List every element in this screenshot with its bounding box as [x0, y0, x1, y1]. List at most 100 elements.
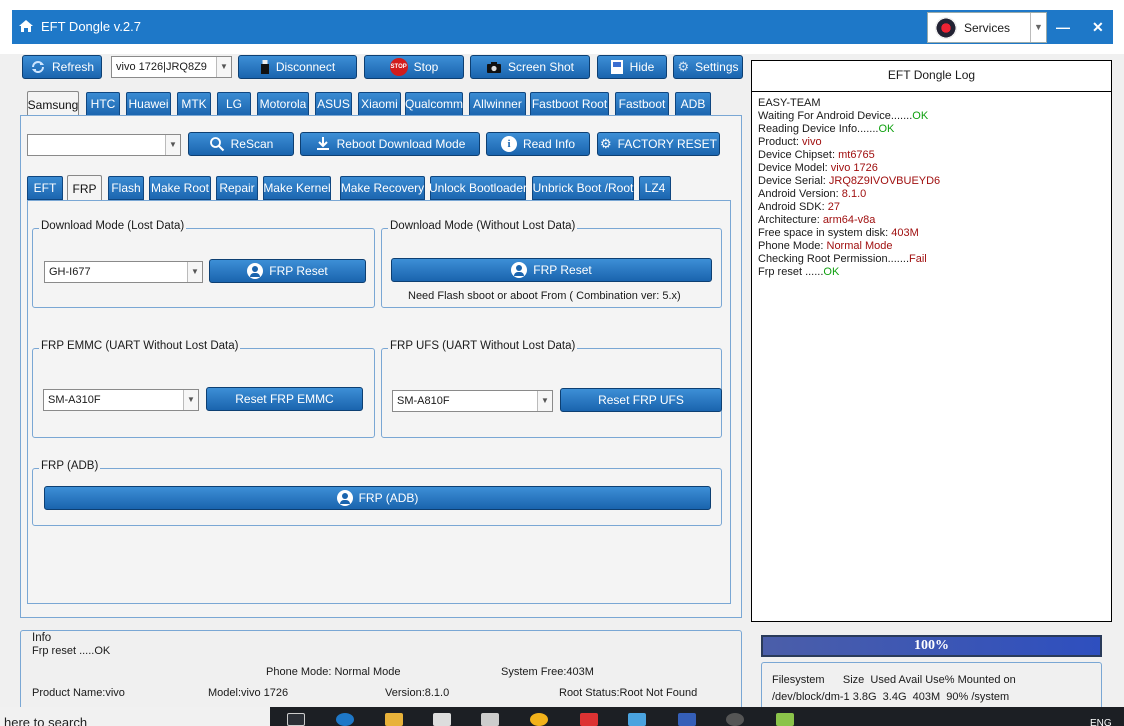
log-line: Free space in system disk: 403M — [758, 227, 940, 240]
tab-eft[interactable]: EFT — [27, 176, 63, 200]
screenshot-label: Screen Shot — [507, 60, 575, 74]
folder-icon[interactable] — [385, 713, 403, 726]
chrome-icon[interactable] — [530, 713, 548, 726]
user-icon — [511, 262, 528, 278]
language-indicator[interactable]: ENG — [1090, 718, 1112, 726]
read-info-label: Read Info — [522, 137, 576, 151]
user-icon — [336, 490, 353, 506]
log-line: Android Version: 8.1.0 — [758, 188, 940, 201]
mail-icon[interactable] — [481, 713, 499, 726]
tab-allwinner[interactable]: Allwinner — [469, 92, 526, 116]
frp-reset-label: FRP Reset — [269, 264, 328, 278]
model-value: GH-I677 — [49, 266, 91, 278]
reset-frp-ufs-button[interactable]: Reset FRP UFS — [560, 388, 722, 412]
tab-htc[interactable]: HTC — [86, 92, 120, 116]
tab-unbrick-boot-root[interactable]: Unbrick Boot /Root — [532, 176, 634, 200]
rescan-button[interactable]: ReScan — [188, 132, 294, 156]
settings-button[interactable]: ⚙ Settings — [673, 55, 743, 79]
frp-reset-nolost-button[interactable]: FRP Reset — [391, 258, 712, 282]
taskbar-search[interactable]: here to search — [0, 707, 270, 726]
combination-note: Need Flash sboot or aboot From ( Combina… — [408, 290, 681, 302]
tab-motorola[interactable]: Motorola — [257, 92, 309, 116]
factory-reset-button[interactable]: ⚙ FACTORY RESET — [597, 132, 720, 156]
model-select-ufs[interactable]: SM-A810F ▼ — [392, 390, 553, 412]
minimize-button[interactable]: — — [1056, 19, 1070, 35]
close-button[interactable]: ✕ — [1092, 19, 1104, 36]
log-title: EFT Dongle Log — [752, 61, 1111, 92]
model-select[interactable]: ▼ — [27, 134, 181, 156]
tab-mtk[interactable]: MTK — [177, 92, 211, 116]
android-icon[interactable] — [776, 713, 794, 726]
device-select[interactable]: vivo 1726|JRQ8Z9 ▼ — [111, 56, 232, 78]
info-icon: i — [500, 136, 517, 152]
chevron-down-icon[interactable]: ▼ — [216, 57, 231, 77]
disconnect-button[interactable]: Disconnect — [238, 55, 357, 79]
tab-make-root[interactable]: Make Root — [149, 176, 211, 200]
tab-make-kernel[interactable]: Make Kernel — [263, 176, 331, 200]
reset-frp-emmc-button[interactable]: Reset FRP EMMC — [206, 387, 363, 411]
app-icon[interactable] — [580, 713, 598, 726]
screenshot-button[interactable]: Screen Shot — [470, 55, 590, 79]
log-line-label: Phone Mode: — [758, 240, 827, 252]
app-icon[interactable] — [628, 713, 646, 726]
log-panel: EFT Dongle Log EASY-TEAM Waiting For Andr… — [751, 60, 1112, 622]
log-line-label: EASY-TEAM — [758, 97, 821, 109]
frp-reset-lost-button[interactable]: FRP Reset — [209, 259, 366, 283]
hide-icon — [610, 60, 623, 74]
model-select-download[interactable]: GH-I677 ▼ — [44, 261, 203, 283]
log-line-label: Product: — [758, 136, 803, 148]
task-view-icon[interactable] — [287, 713, 305, 726]
stop-button[interactable]: STOP Stop — [364, 55, 464, 79]
app-icon[interactable] — [678, 713, 696, 726]
progress-bar: 100% — [761, 635, 1102, 657]
filesystem-header: Filesystem Size Used Avail Use% Mounted … — [772, 674, 1016, 686]
filesystem-row: /dev/block/dm-1 3.8G 3.4G 403M 90% /syst… — [772, 691, 1010, 703]
tab-fastboot[interactable]: Fastboot — [615, 92, 669, 116]
services-dropdown[interactable]: Services ▼ — [927, 12, 1047, 43]
log-line: Device Model: vivo 1726 — [758, 162, 940, 175]
chevron-down-icon[interactable]: ▼ — [183, 390, 198, 410]
frp-adb-button[interactable]: FRP (ADB) — [44, 486, 711, 510]
log-line: Reading Device Info.......OK — [758, 123, 940, 136]
tab-samsung[interactable]: Samsung — [27, 91, 79, 118]
tab-huawei[interactable]: Huawei — [126, 92, 171, 116]
model-select-emmc[interactable]: SM-A310F ▼ — [43, 389, 199, 411]
model-value: SM-A810F — [397, 395, 450, 407]
log-line: Architecture: arm64-v8a — [758, 214, 940, 227]
chevron-down-icon[interactable]: ▼ — [1030, 13, 1046, 42]
tab-lz4[interactable]: LZ4 — [639, 176, 671, 200]
tab-qualcomm[interactable]: Qualcomm — [405, 92, 463, 116]
tab-xiaomi[interactable]: Xiaomi — [358, 92, 401, 116]
log-lines: EASY-TEAM Waiting For Android Device.....… — [758, 97, 940, 279]
store-icon[interactable] — [433, 713, 451, 726]
tab-lg[interactable]: LG — [217, 92, 251, 116]
model-value: SM-A310F — [48, 394, 101, 406]
tab-flash[interactable]: Flash — [108, 176, 144, 200]
chevron-down-icon[interactable]: ▼ — [537, 391, 552, 411]
log-line-value: vivo 1726 — [830, 162, 878, 174]
log-line-value: vivo — [802, 136, 822, 148]
chevron-down-icon[interactable]: ▼ — [165, 135, 180, 155]
frp-adb-label: FRP (ADB) — [358, 491, 419, 505]
factory-reset-label: FACTORY RESET — [617, 137, 718, 151]
tab-fastboot-root[interactable]: Fastboot Root — [530, 92, 609, 116]
log-line-value: 8.1.0 — [841, 188, 867, 200]
edge-icon[interactable] — [336, 713, 354, 726]
home-icon[interactable] — [18, 19, 34, 33]
hide-button[interactable]: Hide — [597, 55, 667, 79]
chevron-down-icon[interactable]: ▼ — [187, 262, 202, 282]
read-info-button[interactable]: i Read Info — [486, 132, 590, 156]
tab-unlock-bootloader[interactable]: Unlock Bootloader — [429, 176, 527, 200]
usb-icon — [260, 60, 269, 74]
reboot-download-button[interactable]: Reboot Download Mode — [300, 132, 480, 156]
frp-reset-label: FRP Reset — [533, 263, 592, 277]
refresh-button[interactable]: Refresh — [22, 55, 102, 79]
tab-adb[interactable]: ADB — [675, 92, 711, 116]
tab-asus[interactable]: ASUS — [315, 92, 352, 116]
tab-make-recovery[interactable]: Make Recovery — [340, 176, 425, 200]
rescan-label: ReScan — [230, 137, 274, 151]
eft-dongle-icon[interactable] — [726, 713, 744, 726]
log-line-label: Reading Device Info....... — [758, 123, 879, 135]
tab-repair[interactable]: Repair — [216, 176, 258, 200]
tab-frp[interactable]: FRP — [67, 175, 102, 202]
